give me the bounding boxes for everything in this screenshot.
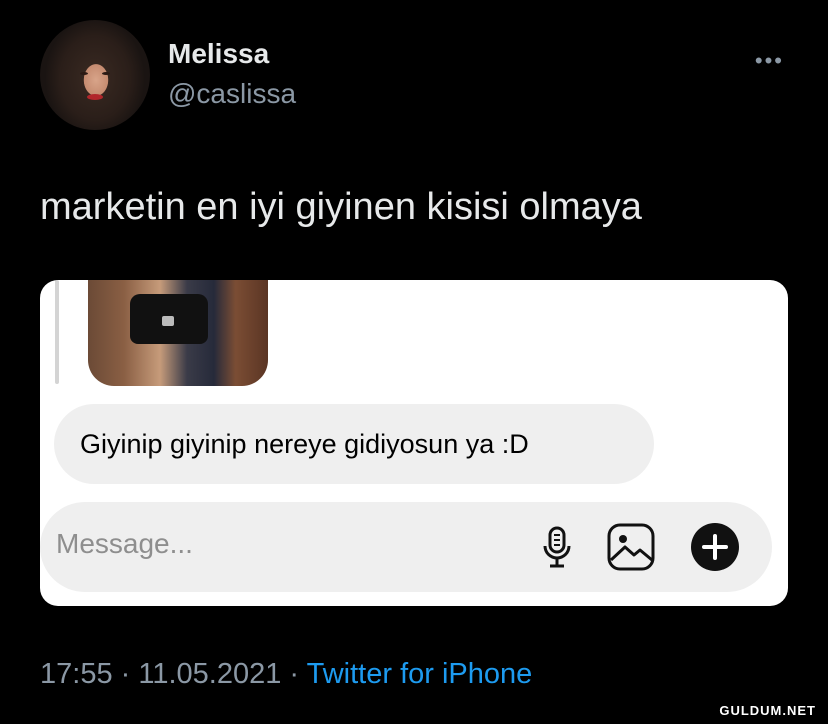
avatar-eye — [102, 72, 110, 75]
user-handle[interactable]: @caslissa — [168, 78, 296, 110]
tweet-header: Melissa @caslissa ••• — [40, 20, 800, 132]
gallery-icon[interactable] — [606, 522, 656, 572]
tweet-metadata: 17:55 · 11.05.2021 · Twitter for iPhone — [40, 658, 532, 691]
reply-indicator-line — [55, 280, 59, 384]
embedded-dm-screenshot: Giyinip giyinip nereye gidiyosun ya :D M… — [40, 280, 788, 606]
separator: · — [281, 658, 307, 690]
avatar[interactable] — [40, 20, 150, 130]
tweet-text: marketin en iyi giyinen kisisi olmaya — [40, 186, 642, 228]
avatar-lips — [87, 94, 103, 100]
message-bubble: Giyinip giyinip nereye gidiyosun ya :D — [54, 404, 654, 484]
avatar-eye — [80, 72, 88, 75]
shared-photo — [88, 280, 268, 386]
watermark: GULDUM.NET — [719, 703, 816, 718]
tweet-source-link[interactable]: Twitter for iPhone — [307, 658, 533, 690]
message-composer[interactable]: Message... — [40, 502, 772, 592]
more-options-icon[interactable]: ••• — [755, 48, 784, 74]
tweet-time: 17:55 — [40, 658, 113, 690]
display-name[interactable]: Melissa — [168, 38, 269, 70]
bag-clasp — [162, 316, 174, 326]
plus-icon[interactable] — [690, 522, 740, 572]
separator: · — [112, 658, 139, 690]
message-input[interactable]: Message... — [56, 528, 193, 560]
tweet-date: 11.05.2021 — [138, 658, 282, 690]
microphone-icon[interactable] — [532, 522, 582, 572]
